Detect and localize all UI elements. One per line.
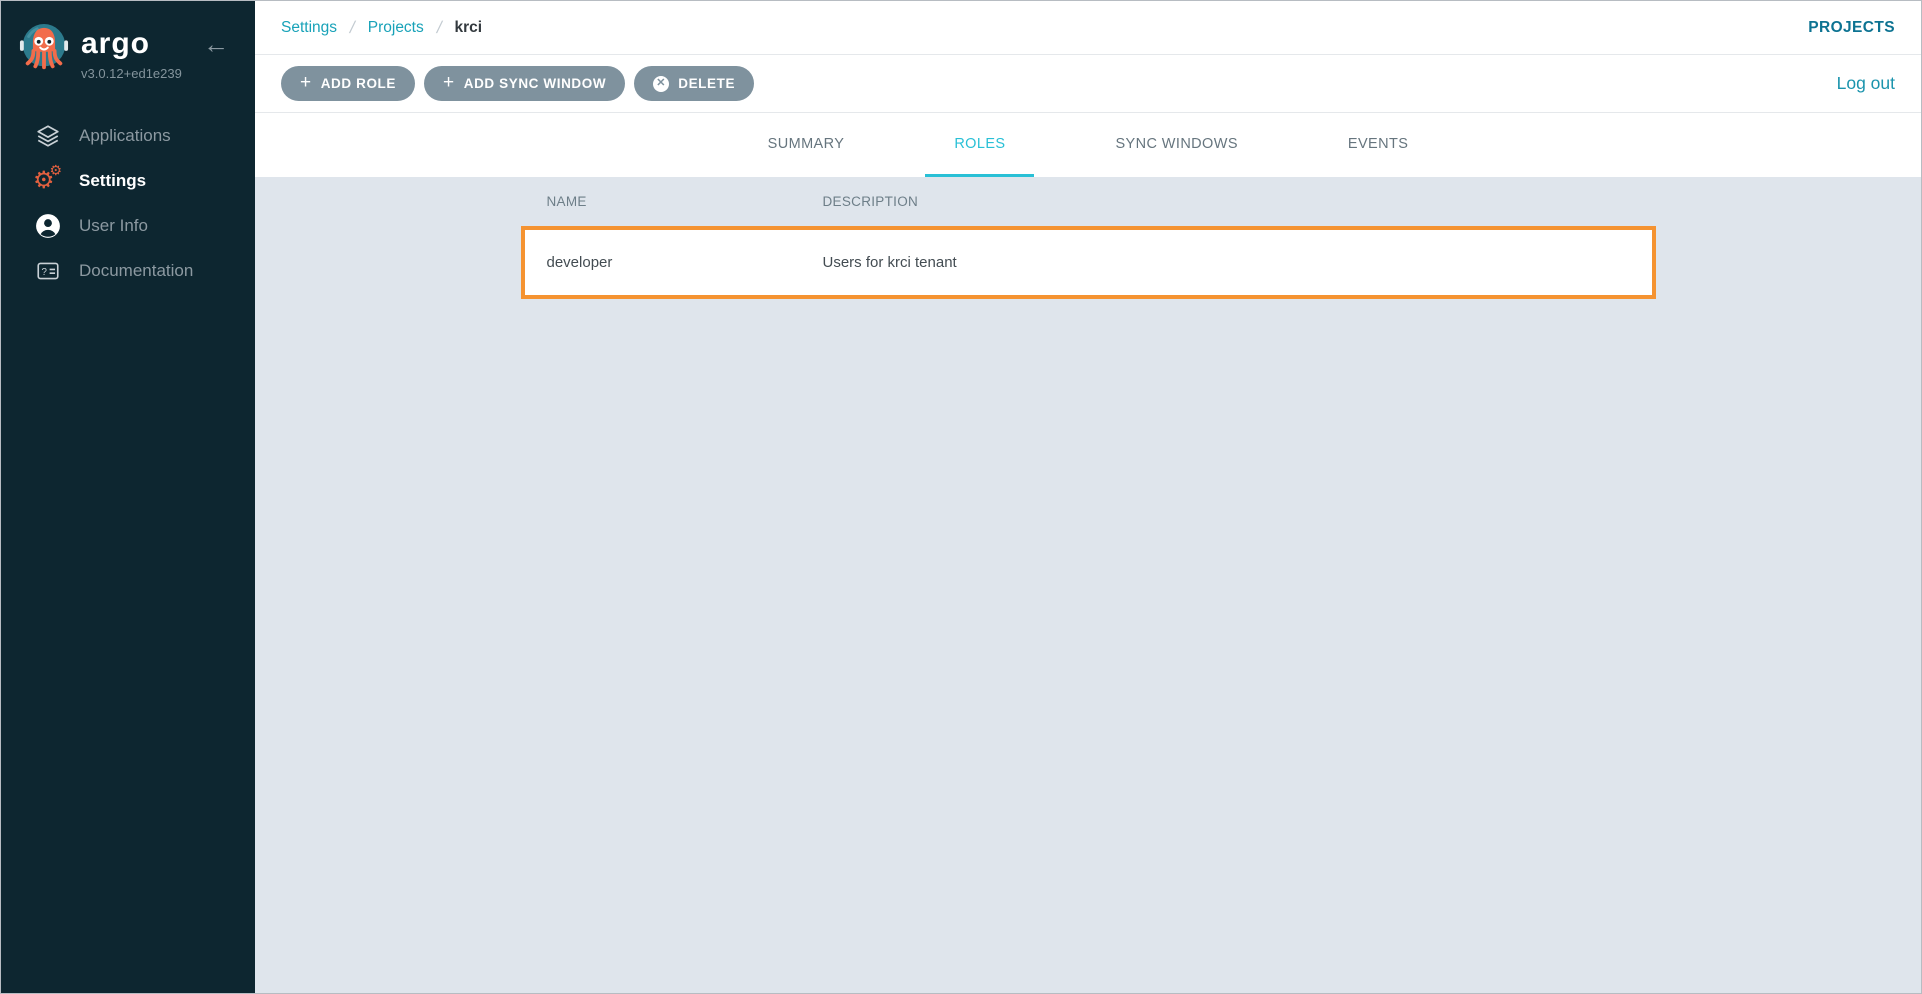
tab-summary[interactable]: SUMMARY (739, 113, 874, 177)
breadcrumb-current-project: krci (454, 19, 482, 37)
argo-octopus-logo-icon[interactable] (19, 21, 69, 77)
times-circle-icon: ✕ (653, 76, 669, 92)
app-window: argo v3.0.12+ed1e239 ← Applications ⚙⚙ (0, 0, 1922, 994)
sidebar-item-label: Documentation (79, 261, 193, 281)
add-role-button[interactable]: + ADD ROLE (281, 66, 415, 101)
table-row-developer-highlighted[interactable]: developer Users for krci tenant (521, 226, 1656, 299)
roles-table: NAME DESCRIPTION developer Users for krc… (521, 177, 1656, 299)
sidebar-item-applications[interactable]: Applications (1, 113, 255, 158)
breadcrumb-separator: / (348, 18, 357, 38)
sidebar-item-label: Applications (79, 126, 171, 146)
sidebar-item-settings[interactable]: ⚙⚙ Settings (1, 158, 255, 203)
role-name-cell: developer (547, 254, 823, 271)
breadcrumb-link-settings[interactable]: Settings (281, 19, 337, 37)
tab-roles[interactable]: ROLES (925, 113, 1034, 177)
tab-sync-windows[interactable]: SYNC WINDOWS (1086, 113, 1266, 177)
add-sync-window-button-label: ADD SYNC WINDOW (464, 76, 607, 91)
plus-icon: + (443, 73, 455, 92)
gears-icon: ⚙⚙ (35, 168, 61, 194)
role-description-cell: Users for krci tenant (823, 254, 1630, 271)
sidebar-item-documentation[interactable]: ? Documentation (1, 248, 255, 293)
toolbar: + ADD ROLE + ADD SYNC WINDOW ✕ DELETE Lo… (255, 55, 1921, 113)
sidebar-item-user-info[interactable]: User Info (1, 203, 255, 248)
sidebar-item-label: Settings (79, 171, 146, 191)
tabs-bar: SUMMARY ROLES SYNC WINDOWS EVENTS (255, 113, 1921, 177)
projects-link[interactable]: PROJECTS (1808, 19, 1895, 37)
user-circle-icon (35, 213, 61, 239)
sidebar: argo v3.0.12+ed1e239 ← Applications ⚙⚙ (1, 1, 255, 993)
logout-link[interactable]: Log out (1837, 73, 1895, 94)
breadcrumb-link-projects[interactable]: Projects (368, 19, 424, 37)
help-doc-icon: ? (35, 258, 61, 284)
toolbar-buttons: + ADD ROLE + ADD SYNC WINDOW ✕ DELETE (281, 66, 763, 101)
delete-button[interactable]: ✕ DELETE (634, 66, 754, 101)
content-area: NAME DESCRIPTION developer Users for krc… (255, 177, 1921, 993)
add-sync-window-button[interactable]: + ADD SYNC WINDOW (424, 66, 625, 101)
tab-events[interactable]: EVENTS (1319, 113, 1437, 177)
sidebar-item-label: User Info (79, 216, 148, 236)
add-role-button-label: ADD ROLE (321, 76, 396, 91)
app-name: argo (81, 29, 182, 59)
sidebar-collapse-arrow-icon[interactable]: ← (203, 31, 229, 57)
delete-button-label: DELETE (678, 76, 735, 91)
column-header-name: NAME (547, 194, 823, 209)
breadcrumb: Settings / Projects / krci (281, 18, 482, 38)
sidebar-nav: Applications ⚙⚙ Settings User Info (1, 113, 255, 293)
breadcrumb-bar: Settings / Projects / krci PROJECTS (255, 1, 1921, 55)
logo-texts: argo v3.0.12+ed1e239 (81, 21, 182, 81)
column-header-description: DESCRIPTION (823, 194, 1630, 209)
app-version: v3.0.12+ed1e239 (81, 66, 182, 81)
svg-text:?: ? (42, 266, 48, 277)
table-header: NAME DESCRIPTION (521, 177, 1656, 226)
layers-icon (35, 123, 61, 149)
main-area: Settings / Projects / krci PROJECTS + AD… (255, 1, 1921, 993)
plus-icon: + (300, 73, 312, 92)
breadcrumb-separator: / (435, 18, 444, 38)
